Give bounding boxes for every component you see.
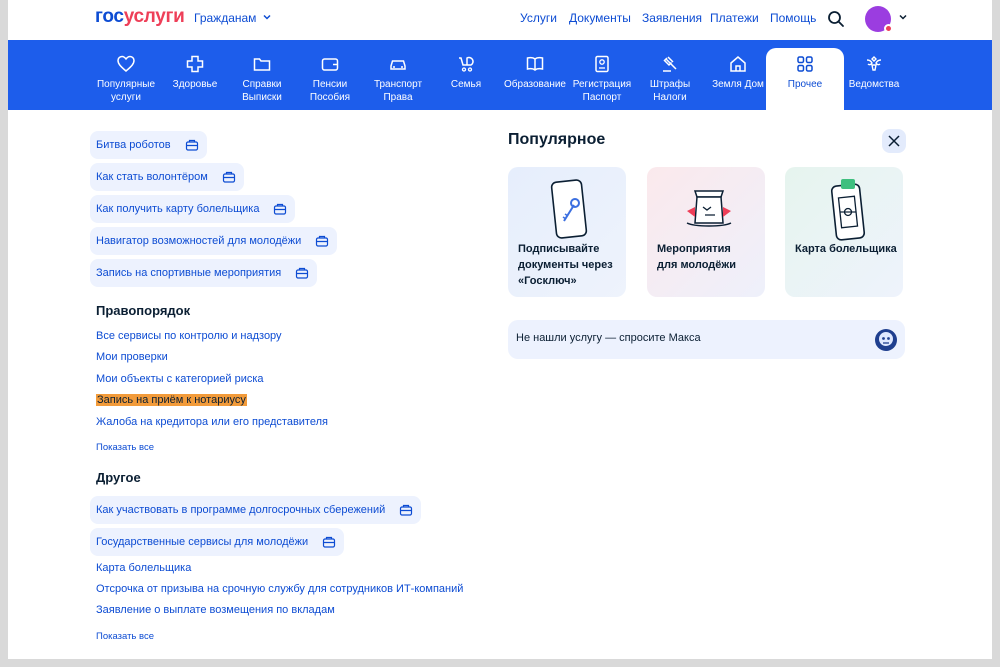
event-flags-icon [686, 190, 732, 227]
top-bar: госуслуги Гражданам Услуги Документы Зая… [8, 0, 992, 40]
chip-label: Битва роботов [96, 139, 171, 151]
service-link[interactable]: Мои объекты с категорией риска [96, 373, 264, 385]
close-icon [888, 135, 900, 147]
popular-title: Популярное [508, 131, 606, 148]
chip-label: Государственные сервисы для молодёжи [96, 536, 309, 548]
briefcase-icon [296, 267, 309, 279]
category-label: Ведомства [848, 79, 900, 90]
chip-label: Запись на спортивные мероприятия [96, 267, 282, 279]
briefcase-icon [274, 203, 287, 215]
car-icon [390, 60, 406, 70]
search-icon[interactable] [827, 10, 845, 28]
category-label: Популярные [96, 79, 156, 90]
show-all-link[interactable]: Показать все [96, 442, 154, 453]
chip-label: Навигатор возможностей для молодёжи [96, 235, 302, 247]
service-chip[interactable]: Запись на спортивные мероприятия [90, 259, 318, 287]
show-all-link[interactable]: Показать все [96, 631, 154, 642]
briefcase-icon [316, 235, 329, 247]
briefcase-icon [222, 171, 235, 183]
phone-field-icon [830, 179, 866, 241]
ask-assistant-bar[interactable]: Не нашли услугу — спросите Макса [508, 320, 905, 359]
category-label: Семья [450, 79, 482, 90]
nav-documents[interactable]: Документы [569, 11, 631, 25]
service-link[interactable]: Все сервисы по контролю и надзору [96, 330, 282, 342]
briefcase-icon [185, 139, 198, 151]
robot-assistant-icon [875, 329, 897, 351]
gosuslugi-logo[interactable]: госуслуги [95, 6, 185, 28]
nav-applications[interactable]: Заявления [642, 11, 702, 25]
folder-icon [253, 58, 271, 71]
service-chip[interactable]: Битва роботов [90, 131, 207, 159]
card-title: Карта болельщика [795, 243, 897, 255]
emblem-icon [866, 56, 882, 71]
grid-icon [797, 56, 813, 72]
service-chip[interactable]: Как получить карту болельщика [90, 195, 296, 223]
phone-key-icon [550, 179, 588, 239]
category-label: Прочее [787, 79, 823, 90]
service-link[interactable]: Карта болельщика [96, 562, 191, 574]
service-chip[interactable]: Государственные сервисы для молодёжи [90, 528, 345, 556]
heart-icon [117, 55, 135, 72]
book-icon [526, 56, 544, 71]
wallet-icon [321, 58, 339, 71]
briefcase-icon [400, 504, 413, 516]
house-icon [730, 56, 746, 72]
stroller-icon [459, 56, 474, 72]
category-other[interactable]: Прочее [766, 48, 844, 110]
service-chip[interactable]: Как стать волонтёром [90, 163, 244, 191]
category-agencies[interactable]: Ведомства [834, 48, 914, 110]
category-popular[interactable]: Популярные услуги [86, 48, 166, 110]
page: госуслуги Гражданам Услуги Документы Зая… [8, 0, 992, 659]
popular-card-youth-events[interactable]: Мероприятия для молодёжи [647, 167, 765, 297]
section-title-other: Другое [96, 470, 141, 485]
section-title-law: Правопорядок [96, 303, 191, 318]
medical-cross-icon [186, 55, 204, 73]
nav-payments[interactable]: Платежи [710, 11, 759, 25]
card-title: Подписывайте документы через «Госключ» [518, 243, 613, 287]
notification-dot [884, 24, 893, 33]
service-link-highlighted[interactable]: Запись на приём к нотариусу [96, 394, 247, 406]
category-label-2: услуги [111, 92, 141, 103]
chip-label: Как участвовать в программе долгосрочных… [96, 504, 386, 516]
nav-services[interactable]: Услуги [520, 11, 557, 25]
audience-selector[interactable]: Гражданам [194, 11, 272, 25]
service-chip[interactable]: Как участвовать в программе долгосрочных… [90, 496, 422, 524]
popular-card-fan-card[interactable]: Карта болельщика [785, 167, 903, 297]
gavel-icon [663, 56, 677, 72]
passport-icon [595, 55, 609, 73]
service-link[interactable]: Мои проверки [96, 351, 168, 363]
service-link[interactable]: Отсрочка от призыва на срочную службу дл… [96, 583, 463, 595]
chip-label: Как получить карту болельщика [96, 203, 260, 215]
category-band: Популярные услуги Здоровье Справки Выписки… [8, 40, 992, 110]
card-title: Мероприятия для молодёжи [657, 243, 736, 271]
chip-label: Как стать волонтёром [96, 171, 208, 183]
briefcase-icon [323, 536, 336, 548]
close-button[interactable] [882, 129, 906, 153]
category-family[interactable]: Семья [426, 48, 506, 110]
ask-assistant-text: Не нашли услугу — спросите Макса [516, 332, 701, 344]
service-link[interactable]: Жалоба на кредитора или его представител… [96, 416, 328, 428]
avatar[interactable] [865, 6, 893, 33]
popular-card-goskey[interactable]: Подписывайте документы через «Госключ» [508, 167, 626, 297]
service-chip[interactable]: Навигатор возможностей для молодёжи [90, 227, 338, 255]
nav-help[interactable]: Помощь [770, 11, 816, 25]
chevron-down-icon [263, 14, 271, 20]
service-link[interactable]: Заявление о выплате возмещения по вклада… [96, 604, 335, 616]
chevron-down-icon[interactable] [898, 12, 908, 22]
